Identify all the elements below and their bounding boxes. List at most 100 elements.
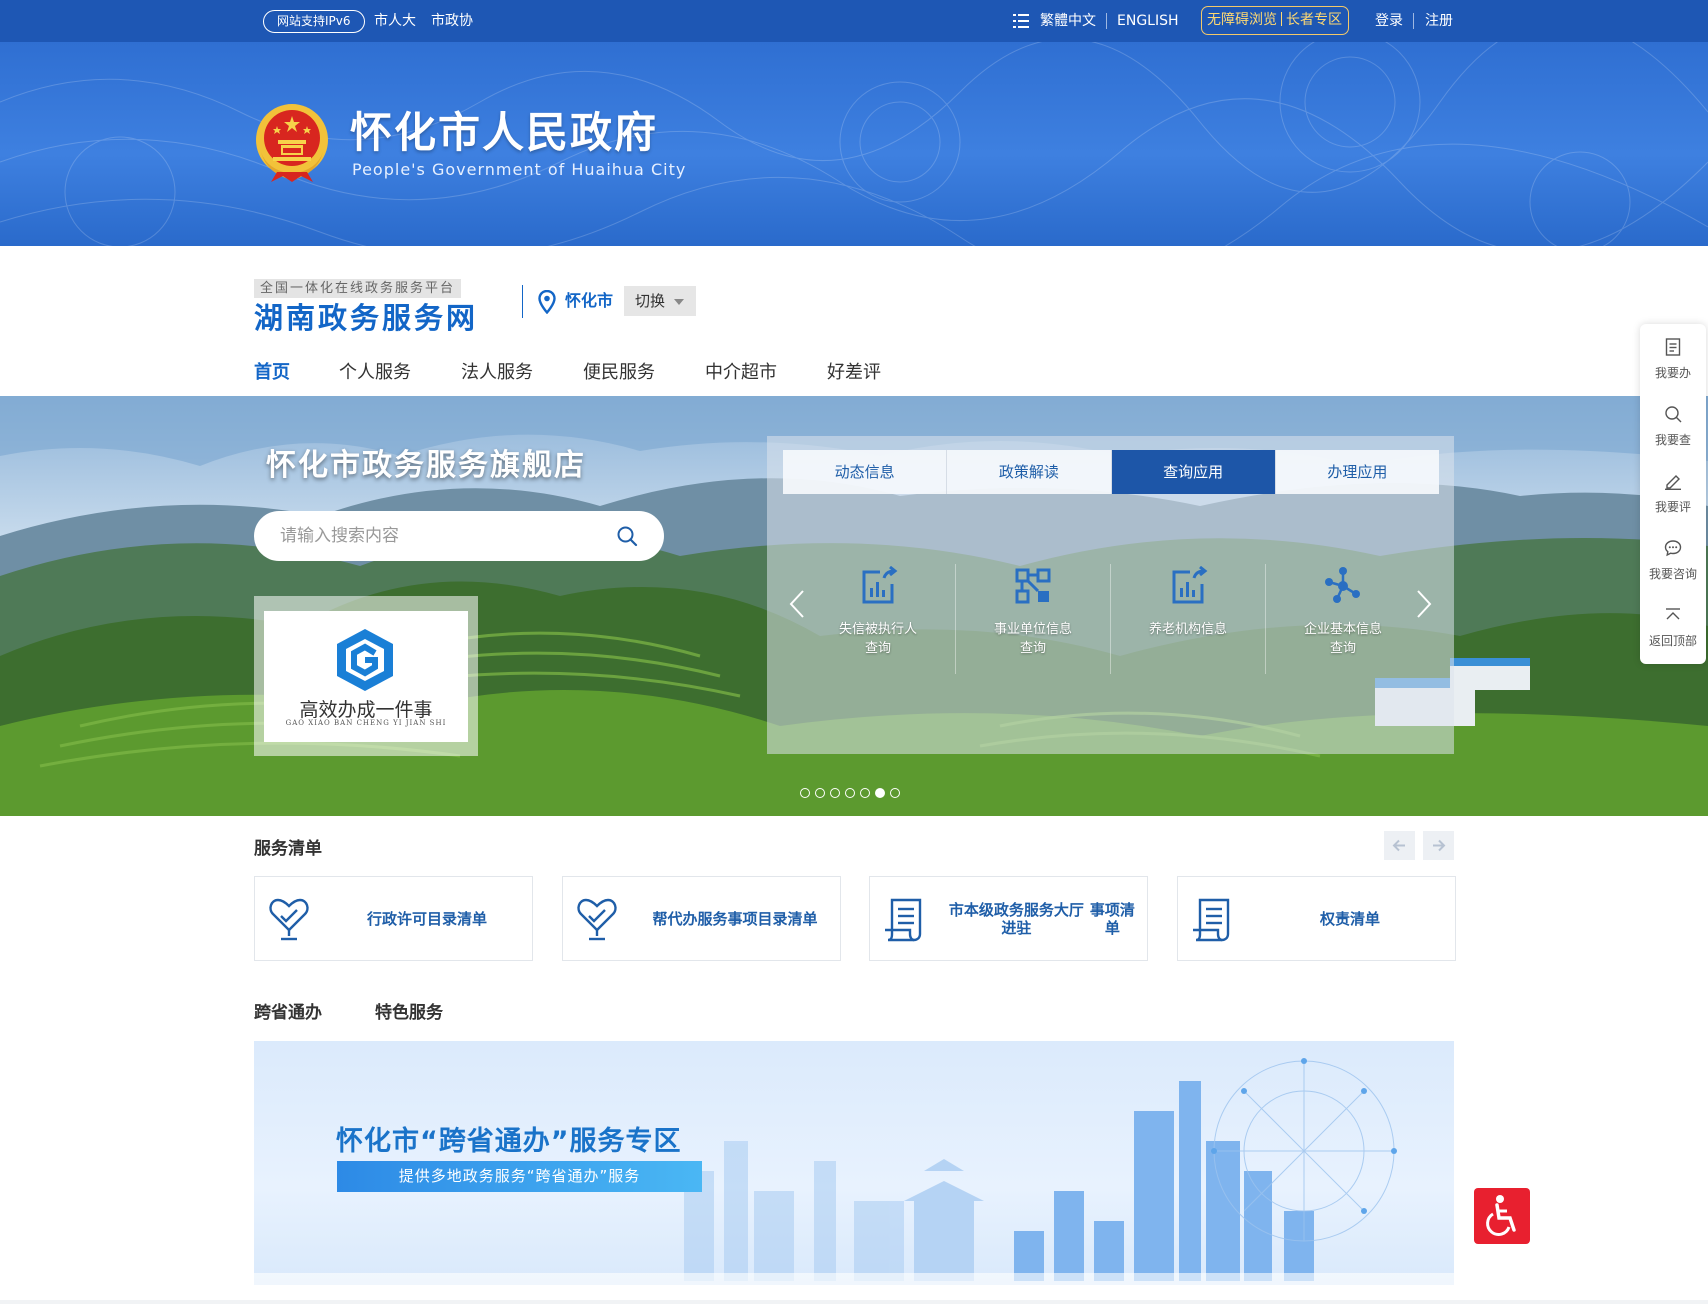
back-to-top-icon <box>1666 608 1680 620</box>
shortcut-label: 我要评 <box>1654 500 1691 514</box>
hero-title: 怀化市政务服务旗舰店 <box>266 448 586 483</box>
back-to-top-button[interactable]: 返回顶部 <box>1640 592 1706 658</box>
service-query-panel: 动态信息 政策解读 查询应用 办理应用 失信被执行人 查询 事业单位信息 查询 … <box>767 436 1454 754</box>
network-nodes-icon <box>1325 567 1360 603</box>
link-city-npc[interactable]: 市人大 <box>374 12 416 30</box>
service-card-label: 市本级政务服务大厅进驻 事项清单 <box>948 900 1135 937</box>
hero-carousel: 怀化市政务服务旗舰店 高效办成一件事 GAO XIAO BAN CHENG YI… <box>0 396 1708 816</box>
app-dishonest-executee[interactable]: 失信被执行人 查询 <box>801 566 955 678</box>
divider <box>1413 13 1414 29</box>
edit-icon <box>1665 475 1681 490</box>
shortcut-label: 我要办 <box>1654 366 1691 380</box>
search-icon[interactable] <box>616 525 638 547</box>
tab-featured-services[interactable]: 特色服务 <box>375 998 443 1023</box>
carousel-dots <box>800 788 900 800</box>
divider <box>1281 12 1282 26</box>
traditional-chinese-link[interactable]: 繁體中文 <box>1040 12 1096 30</box>
search-box <box>254 511 664 561</box>
carousel-dot[interactable] <box>890 788 900 798</box>
search-input[interactable] <box>280 524 600 548</box>
document-icon <box>1665 338 1681 356</box>
service-card-power-responsibility[interactable]: 权责清单 <box>1177 876 1456 961</box>
service-card-proxy-service[interactable]: 帮代办服务事项目录清单 <box>562 876 841 961</box>
search-icon <box>1665 406 1682 423</box>
link-city-cppcc[interactable]: 市政协 <box>431 12 473 30</box>
accessibility-button[interactable] <box>1474 1188 1530 1244</box>
heart-hand-icon <box>577 898 617 941</box>
nav-personal-services[interactable]: 个人服务 <box>339 360 411 386</box>
login-link[interactable]: 登录 <box>1375 12 1403 30</box>
switch-city-button[interactable]: 切换 <box>624 286 696 316</box>
tab-policy-interpretation[interactable]: 政策解读 <box>947 450 1112 494</box>
shortcut-consult[interactable]: 我要咨询 <box>1640 525 1706 591</box>
service-card-label: 权责清单 <box>1319 909 1380 928</box>
app-label: 事业单位信息 查询 <box>993 622 1072 656</box>
ipv6-badge: 网站支持IPv6 <box>263 10 365 33</box>
service-card-hall-items[interactable]: 市本级政务服务大厅进驻 事项清单 <box>869 876 1148 961</box>
pager-prev-button[interactable] <box>1384 831 1415 860</box>
nav-home[interactable]: 首页 <box>254 360 290 386</box>
shortcut-query[interactable]: 我要查 <box>1640 391 1706 457</box>
floating-shortcut-bar: 我要办 我要查 我要评 我要咨询 返回顶部 <box>1640 324 1706 664</box>
tab-handling-apps[interactable]: 办理应用 <box>1276 450 1439 494</box>
shortcut-apply[interactable]: 我要办 <box>1640 324 1706 390</box>
chart-export-icon <box>1172 566 1208 604</box>
current-city: 怀化市 <box>565 291 614 310</box>
carousel-dot[interactable] <box>830 788 840 798</box>
shortcut-label: 我要咨询 <box>1648 567 1697 581</box>
pager-next-button[interactable] <box>1423 831 1454 860</box>
nav-good-bad-review[interactable]: 好差评 <box>827 360 881 386</box>
cross-province-subtitle: 提供多地政务服务“跨省通办”服务 <box>337 1161 702 1192</box>
service-card-admin-license[interactable]: 行政许可目录清单 <box>254 876 533 961</box>
cube-logo-icon <box>337 629 393 691</box>
government-title: 怀化市人民政府 <box>350 108 659 157</box>
arrow-right-icon <box>1433 839 1446 852</box>
menu-list-icon[interactable] <box>1013 14 1029 28</box>
nav-convenience-services[interactable]: 便民服务 <box>583 360 655 386</box>
tab-cross-province[interactable]: 跨省通办 <box>254 998 322 1023</box>
scroll-list-icon <box>885 898 922 942</box>
chart-export-icon <box>862 566 898 604</box>
nav-agency-market[interactable]: 中介超市 <box>705 360 777 386</box>
arrow-left-icon <box>1392 839 1405 852</box>
app-public-institution[interactable]: 事业单位信息 查询 <box>956 566 1110 678</box>
promo-title: 高效办成一件事 <box>299 699 433 721</box>
heart-hand-icon <box>269 898 309 941</box>
nav-corporate-services[interactable]: 法人服务 <box>461 360 533 386</box>
register-link[interactable]: 注册 <box>1425 12 1453 30</box>
location-pin-icon <box>538 290 556 314</box>
caret-down-icon <box>674 299 684 305</box>
elder-zone-link[interactable]: 长者专区 <box>1286 12 1342 28</box>
app-label: 企业基本信息 查询 <box>1303 622 1382 656</box>
app-enterprise-info[interactable]: 企业基本信息 查询 <box>1266 566 1420 678</box>
tab-query-apps[interactable]: 查询应用 <box>1111 450 1276 494</box>
platform-tagline: 全国一体化在线政务服务平台 <box>254 279 462 298</box>
carousel-dot[interactable] <box>845 788 855 798</box>
service-card-label: 行政许可目录清单 <box>366 909 487 928</box>
promo-pinyin: GAO XIAO BAN CHENG YI JIAN SHI <box>285 719 447 727</box>
app-elderly-institution[interactable]: 养老机构信息 <box>1111 566 1265 678</box>
shortcut-label: 返回顶部 <box>1648 634 1697 648</box>
efficient-service-promo[interactable]: 高效办成一件事 GAO XIAO BAN CHENG YI JIAN SHI <box>254 596 478 756</box>
shortcut-review[interactable]: 我要评 <box>1640 458 1706 524</box>
carousel-dot[interactable] <box>815 788 825 798</box>
carousel-dot[interactable] <box>860 788 870 798</box>
carousel-dot[interactable] <box>800 788 810 798</box>
accessible-browse-link[interactable]: 无障碍浏览 <box>1207 12 1277 28</box>
chat-icon <box>1664 540 1682 557</box>
switch-city-label: 切换 <box>635 292 666 310</box>
org-structure-icon <box>1015 568 1051 604</box>
carousel-dot[interactable] <box>875 788 885 798</box>
tab-dynamic-info[interactable]: 动态信息 <box>783 450 948 494</box>
government-subtitle: People's Government of Huaihua City <box>352 160 687 179</box>
english-link[interactable]: ENGLISH <box>1117 12 1179 30</box>
page-bottom-divider <box>0 1300 1708 1304</box>
panel-tabs: 动态信息 政策解读 查询应用 办理应用 <box>783 450 1439 494</box>
platform-name[interactable]: 湖南政务服务网 <box>254 300 478 336</box>
service-card-label: 帮代办服务事项目录清单 <box>652 909 818 928</box>
query-app-list: 失信被执行人 查询 事业单位信息 查询 养老机构信息 企业基本信息 查询 <box>801 566 1421 678</box>
accessibility-elder-box: 无障碍浏览 长者专区 <box>1201 6 1349 35</box>
promo-inner: 高效办成一件事 GAO XIAO BAN CHENG YI JIAN SHI <box>264 611 468 742</box>
government-header-banner: 怀化市人民政府 People's Government of Huaihua C… <box>0 42 1708 246</box>
cross-province-banner[interactable]: 怀化市“跨省通办”服务专区 提供多地政务服务“跨省通办”服务 <box>254 1041 1454 1285</box>
